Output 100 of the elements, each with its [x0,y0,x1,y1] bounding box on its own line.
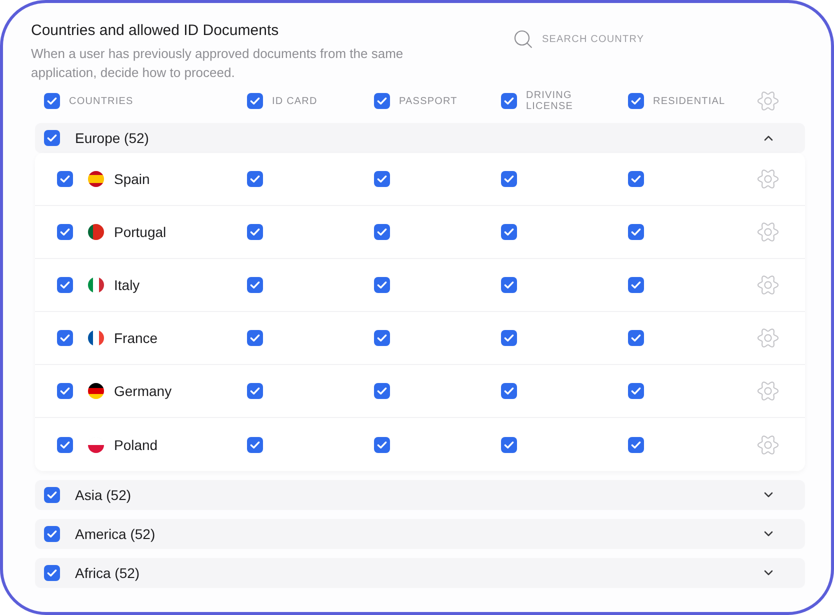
check-icon [47,491,57,499]
check-icon [377,440,387,448]
country-name: France [114,330,158,346]
select-all-checkbox[interactable] [44,93,60,109]
region-checkbox[interactable] [44,130,60,146]
region-checkbox[interactable] [44,526,60,542]
country-checkbox[interactable] [57,277,73,293]
check-icon [504,281,514,289]
column-header: PASSPORT [399,96,458,106]
check-icon [377,281,387,289]
column-checkbox[interactable] [247,93,263,109]
country-checkbox[interactable] [57,330,73,346]
check-icon [631,334,641,342]
country-checkbox[interactable] [57,383,73,399]
document-checkbox[interactable] [628,330,644,346]
check-icon [504,97,514,105]
document-checkbox[interactable] [247,330,263,346]
check-icon [60,387,70,395]
country-checkbox[interactable] [57,171,73,187]
column-checkbox[interactable] [501,93,517,109]
check-icon [631,281,641,289]
document-checkbox[interactable] [247,171,263,187]
check-icon [631,97,641,105]
column-checkbox[interactable] [628,93,644,109]
document-checkbox[interactable] [247,224,263,240]
check-icon [250,281,260,289]
check-icon [377,334,387,342]
document-checkbox[interactable] [501,224,517,240]
region-checkbox[interactable] [44,565,60,581]
document-checkbox[interactable] [501,383,517,399]
country-name: Spain [114,171,150,187]
document-checkbox[interactable] [247,436,263,452]
document-checkbox[interactable] [247,383,263,399]
document-checkbox[interactable] [374,224,390,240]
section-description: When a user has previously approved documents from the same application, decide how to proceed. [31,45,404,82]
country-name: Italy [114,277,140,293]
check-icon [631,228,641,236]
column-header: ID CARD [272,96,318,106]
country-checkbox[interactable] [57,224,73,240]
region-name: Africa (52) [75,565,140,581]
region-name: Europe (52) [75,130,149,146]
chevron-down-icon[interactable] [764,531,773,537]
chevron-down-icon[interactable] [764,492,773,498]
column-header: COUNTRIES [69,96,134,106]
country-name: Poland [114,436,158,452]
document-checkbox[interactable] [628,171,644,187]
section-title: Countries and allowed ID Documents [31,22,280,40]
check-icon [504,440,514,448]
region-header[interactable]: America (52) [35,519,805,549]
region-header[interactable]: Europe (52) [35,123,805,153]
document-checkbox[interactable] [374,383,390,399]
column-checkbox[interactable] [374,93,390,109]
check-icon [250,97,260,105]
check-icon [47,530,57,538]
check-icon [47,134,57,142]
region-name: Asia (52) [75,487,132,503]
document-checkbox[interactable] [628,383,644,399]
column-header: DRIVING LICENSE [526,90,574,112]
check-icon [60,334,70,342]
check-icon [250,334,260,342]
check-icon [250,228,260,236]
document-checkbox[interactable] [628,224,644,240]
check-icon [47,97,57,105]
document-checkbox[interactable] [374,277,390,293]
check-icon [631,440,641,448]
search-field[interactable]: SEARCH COUNTRY [542,34,646,44]
check-icon [504,334,514,342]
document-checkbox[interactable] [374,436,390,452]
document-checkbox[interactable] [247,277,263,293]
country-checkbox[interactable] [57,436,73,452]
region-name: America (52) [75,526,156,542]
check-icon [377,387,387,395]
document-checkbox[interactable] [374,330,390,346]
document-checkbox[interactable] [501,436,517,452]
check-icon [250,387,260,395]
check-icon [377,97,387,105]
column-header: RESIDENTIAL [653,96,726,106]
search-icon[interactable] [514,30,532,48]
check-icon [504,387,514,395]
document-checkbox[interactable] [628,436,644,452]
document-checkbox[interactable] [501,330,517,346]
check-icon [60,175,70,183]
country-name: Portugal [114,224,166,240]
check-icon [47,569,57,577]
document-checkbox[interactable] [628,277,644,293]
document-checkbox[interactable] [501,171,517,187]
check-icon [504,175,514,183]
check-icon [631,175,641,183]
document-checkbox[interactable] [374,171,390,187]
check-icon [60,281,70,289]
document-checkbox[interactable] [501,277,517,293]
check-icon [60,228,70,236]
region-checkbox[interactable] [44,487,60,503]
check-icon [504,228,514,236]
check-icon [377,175,387,183]
region-header[interactable]: Africa (52) [35,558,805,588]
country-name: Germany [114,383,172,399]
chevron-up-icon[interactable] [764,135,773,141]
chevron-down-icon[interactable] [764,570,773,576]
region-header[interactable]: Asia (52) [35,480,805,510]
